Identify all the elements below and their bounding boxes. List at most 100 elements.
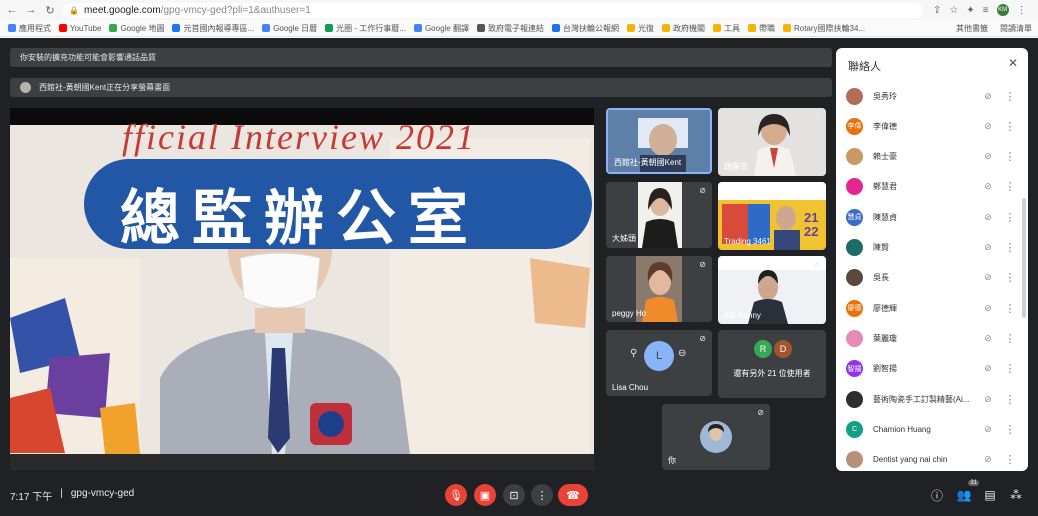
mic-toggle-button[interactable]: 🎙 (445, 484, 467, 506)
pin-icon[interactable]: ⚲ (630, 348, 637, 359)
participant-row[interactable]: 廖德 廖德輝 ⊘ ⋮ (836, 293, 1028, 323)
mic-off-icon[interactable]: ⊘ (977, 121, 999, 132)
camera-toggle-button[interactable]: ▣ (474, 484, 496, 506)
bookmark-item[interactable]: Google 翻譯 (413, 23, 469, 34)
more-vert-icon[interactable]: ⋮ (1003, 332, 1017, 345)
mic-off-icon: ⊘ (699, 334, 706, 343)
bookmark-other[interactable]: 其他書籤 (956, 23, 988, 34)
leave-call-button[interactable]: ☎ (558, 484, 588, 506)
extensions-icon[interactable]: ✦ (966, 5, 974, 16)
bookmark-item[interactable]: Rotary國際扶輪34... (782, 23, 866, 34)
address-bar[interactable]: 🔒 meet.google.com /gpg-vmcy-ged?pli=1&au… (63, 2, 923, 18)
mic-off-icon[interactable]: ⊘ (977, 394, 999, 405)
more-options-button[interactable]: ⋮ (531, 484, 553, 506)
participant-row[interactable]: 鄭慧君 ⊘ ⋮ (836, 172, 1028, 202)
mic-off-icon[interactable]: ⊘ (977, 454, 999, 465)
more-vert-icon[interactable]: ⋮ (1003, 362, 1017, 375)
mic-off-icon[interactable]: ⊘ (977, 333, 999, 344)
people-button[interactable]: 👥 31 (955, 480, 979, 504)
bookmark-item[interactable]: 帶職 (747, 23, 775, 34)
bookmark-item[interactable]: 工具 (712, 23, 740, 34)
present-button[interactable]: ⊡ (503, 484, 525, 506)
participant-tile[interactable]: 21 22 Trading 3461 (718, 182, 826, 250)
others-tile[interactable]: R D 還有另外 21 位使用者 (718, 330, 826, 398)
participant-row[interactable]: 賴士豪 ⊘ ⋮ (836, 142, 1028, 172)
remove-icon[interactable]: ⊖ (678, 348, 686, 359)
bookmark-item[interactable]: 台灣扶輪公報網 (551, 23, 619, 34)
more-vert-icon[interactable]: ⋮ (1003, 120, 1017, 133)
participant-row[interactable]: 李偉 李偉德 ⊘ ⋮ (836, 111, 1028, 141)
participant-avatar: 智揚 (846, 360, 863, 378)
participant-name: 賴士豪 (873, 152, 897, 162)
hangup-icon: ☎ (566, 489, 580, 502)
self-tile[interactable]: 你 ⊘ (662, 404, 770, 470)
bookmark-label: 帶職 (758, 23, 775, 33)
mic-off-icon[interactable]: ⊘ (977, 303, 999, 314)
bookmark-icon (413, 24, 422, 32)
bookmark-item[interactable]: 光復 (626, 23, 654, 34)
more-vert-icon[interactable]: ⋮ (1003, 241, 1017, 254)
bookmark-item[interactable]: 元首國內報導專區... (172, 23, 254, 34)
mic-off-icon[interactable]: ⊘ (977, 91, 999, 102)
meeting-time: 7:17 下午 (10, 492, 53, 503)
participant-row[interactable]: 吳秀玲 ⊘ ⋮ (836, 81, 1028, 111)
more-vert-icon[interactable]: ⋮ (1003, 211, 1017, 224)
participant-row[interactable]: 藝術陶瓷手工訂製精藝(Ai... ⊘ ⋮ (836, 384, 1028, 414)
more-vert-icon[interactable]: ⋮ (1003, 271, 1017, 284)
participant-row[interactable]: C Chamion Huang ⊘ ⋮ (836, 414, 1028, 444)
chrome-menu-icon[interactable]: ⋮ (1017, 5, 1027, 16)
bookmark-item[interactable]: YouTube (59, 24, 101, 33)
bookmark-item[interactable]: Google 地圖 (109, 23, 164, 34)
mic-off-icon[interactable]: ⊘ (977, 212, 999, 223)
mic-off-icon[interactable]: ⊘ (977, 242, 999, 253)
more-vert-icon[interactable]: ⋮ (1003, 90, 1017, 103)
bookmark-item[interactable]: 致府電子報連結 (476, 23, 544, 34)
more-vert-icon[interactable]: ⋮ (1003, 150, 1017, 163)
participant-row[interactable]: 智揚 劉智揚 ⊘ ⋮ (836, 354, 1028, 384)
more-vert-icon[interactable]: ⋮ (1003, 180, 1017, 193)
bookmark-item[interactable]: 政府機關 (661, 23, 705, 34)
main-presentation-video[interactable]: fficial Interview 2021 總監辦公室 (10, 108, 594, 470)
close-icon[interactable]: ✕ (1008, 56, 1018, 70)
participant-row[interactable]: 慧貞 陳慧貞 ⊘ ⋮ (836, 202, 1028, 232)
mic-off-icon[interactable]: ⊘ (977, 151, 999, 162)
activities-button[interactable]: ⁂ (1007, 486, 1025, 504)
mic-off-icon[interactable]: ⊘ (977, 181, 999, 192)
bookmark-item[interactable]: 光圈 - 工作行事曆... (325, 23, 406, 34)
back-icon[interactable]: ← (5, 3, 19, 17)
participant-tile[interactable]: ⚲ L ⊖ Lisa Chou ⊘ (606, 330, 712, 396)
participant-row[interactable]: 吳長 ⊘ ⋮ (836, 263, 1028, 293)
participant-row[interactable]: 陳賢 ⊘ ⋮ (836, 233, 1028, 263)
bookmark-item[interactable]: 應用程式 (8, 23, 51, 34)
profile-avatar[interactable]: KM (996, 4, 1009, 16)
participant-name: 吳秀玲 (873, 91, 897, 101)
meeting-details-button[interactable]: ⓘ (928, 486, 946, 504)
reload-icon[interactable]: ↻ (43, 3, 57, 17)
participant-tile[interactable]: 大姊頭 ⊘ (606, 182, 712, 248)
more-vert-icon[interactable]: ⋮ (1003, 453, 1017, 466)
participant-avatar: L (644, 341, 674, 371)
reading-list-icon[interactable]: ≡ (983, 5, 989, 16)
chat-button[interactable]: ▤ (981, 486, 999, 504)
more-vert-icon[interactable]: ⋮ (1003, 423, 1017, 436)
share-icon[interactable]: ⇪ (933, 5, 941, 16)
more-vert-icon[interactable]: ⋮ (1003, 302, 1017, 315)
bookmark-reading-list[interactable]: 閱讀清單 (1000, 23, 1032, 34)
participant-name: AM Kenny (724, 311, 761, 320)
star-icon[interactable]: ☆ (949, 5, 958, 16)
bookmark-icon (476, 24, 485, 32)
more-vert-icon[interactable]: ⋮ (1003, 393, 1017, 406)
bookmark-item[interactable]: Google 日曆 (262, 23, 317, 34)
participant-row[interactable]: Dentist yang nai chin ⊘ ⋮ (836, 445, 1028, 471)
participant-tile[interactable]: 西館社-黃朝國Kent (606, 108, 712, 174)
participant-tile[interactable]: 趙靜雯 ⊘ (718, 108, 826, 176)
mic-off-icon[interactable]: ⊘ (977, 272, 999, 283)
participant-row[interactable]: 葉麗瓊 ⊘ ⋮ (836, 323, 1028, 353)
forward-icon[interactable]: → (24, 3, 38, 17)
bookmark-icon (172, 24, 181, 32)
participant-tile[interactable]: AM Kenny ⊘ (718, 256, 826, 324)
participant-tile[interactable]: peggy Ho ⊘ (606, 256, 712, 322)
bookmark-label: Rotary國際扶輪34... (793, 23, 866, 33)
mic-off-icon[interactable]: ⊘ (977, 363, 999, 374)
mic-off-icon[interactable]: ⊘ (977, 424, 999, 435)
